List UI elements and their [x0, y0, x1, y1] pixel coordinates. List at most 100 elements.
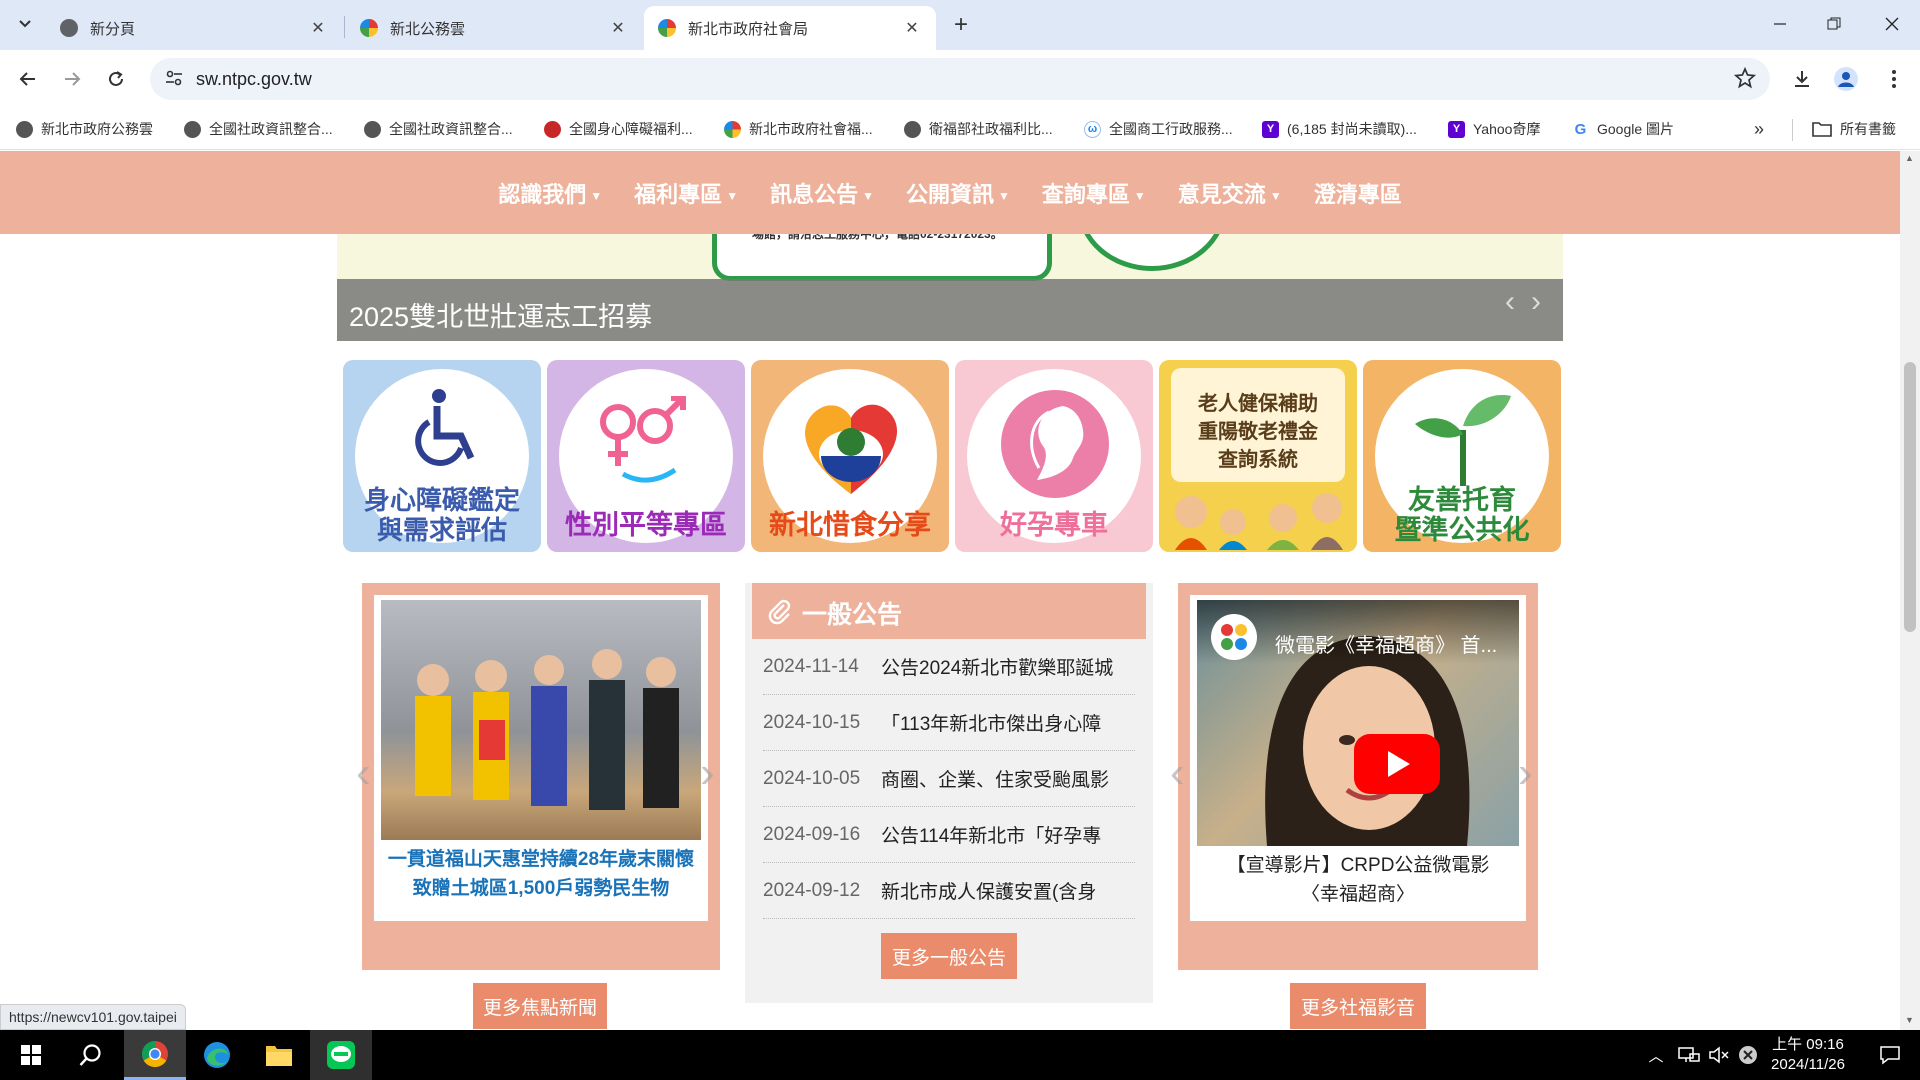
video-caption-line2[interactable]: 〈幸福超商〉 — [1200, 880, 1516, 909]
scroll-up-icon[interactable]: ▲ — [1905, 153, 1914, 163]
reload-button[interactable] — [98, 61, 134, 97]
site-settings-icon[interactable] — [164, 68, 184, 93]
more-focus-news-button[interactable]: 更多焦點新聞 — [473, 983, 607, 1029]
nav-label: 認識我們 — [498, 181, 587, 207]
close-tab-icon[interactable]: ✕ — [308, 18, 328, 38]
bookmark-label: 全國社政資訊整合... — [389, 121, 513, 137]
tile-food-sharing[interactable]: 新北惜食分享 — [751, 360, 949, 552]
volume-muted-icon[interactable] — [1708, 1046, 1730, 1064]
tab-search-button[interactable] — [8, 9, 42, 39]
nav-label: 訊息公告 — [770, 181, 859, 207]
tile-disability-assessment[interactable]: 身心障礙鑑定 與需求評估 — [343, 360, 541, 552]
search-icon — [79, 1044, 101, 1066]
nav-query[interactable]: 查詢專區 ▼ — [1026, 177, 1162, 209]
all-bookmarks-button[interactable]: 所有書籤 — [1812, 118, 1896, 140]
banner-prev-icon[interactable]: ‹ — [1505, 287, 1529, 321]
nav-welfare[interactable]: 福利專區 ▼ — [618, 177, 754, 209]
bookmark-star-icon[interactable] — [1733, 66, 1757, 94]
bookmark-label: 新北市政府社會福... — [749, 121, 873, 137]
bookmarks-bar: 新北市政府公務雲 全國社政資訊整合... 全國社政資訊整合... 全國身心障礙福… — [0, 108, 1920, 150]
close-icon — [1885, 17, 1899, 31]
bookmark-item[interactable]: 新北市政府公務雲 — [16, 118, 153, 140]
taskbar-file-explorer[interactable] — [248, 1030, 310, 1080]
network-icon[interactable] — [1678, 1046, 1700, 1064]
bookmark-item[interactable]: 全國社政資訊整合... — [184, 118, 333, 140]
nav-news[interactable]: 訊息公告 ▼ — [754, 177, 890, 209]
tile-pregnancy-shuttle[interactable]: 好孕專車 — [955, 360, 1153, 552]
edge-icon — [204, 1042, 230, 1068]
news-next-icon[interactable]: › — [700, 751, 715, 795]
downloads-button[interactable] — [1784, 61, 1820, 97]
youtube-play-button[interactable] — [1354, 734, 1440, 794]
taskbar-edge[interactable] — [186, 1030, 248, 1080]
announcement-row[interactable]: 2024-10-15 「113年新北市傑出身心障 — [763, 695, 1135, 751]
system-tray: ︿ — [1644, 1030, 1758, 1080]
tile-label: 與需求評估 — [376, 515, 507, 545]
video-title[interactable]: 微電影《幸福超商》 首... — [1275, 629, 1497, 658]
browser-menu-button[interactable] — [1876, 61, 1912, 97]
video-caption-line1[interactable]: 【宣導影片】CRPD公益微電影 — [1200, 851, 1516, 880]
arrow-left-icon — [19, 72, 35, 86]
profile-button[interactable] — [1828, 61, 1864, 97]
forward-button[interactable] — [54, 61, 90, 97]
announcement-row[interactable]: 2024-09-12 新北市成人保護安置(含身 — [763, 863, 1135, 919]
bookmark-item[interactable]: Y (6,185 封尚未讀取)... — [1262, 118, 1417, 140]
scroll-down-icon[interactable]: ▼ — [1905, 1015, 1914, 1025]
link-status-url: https://newcv101.gov.taipei — [0, 1004, 186, 1030]
restore-button[interactable] — [1806, 0, 1862, 48]
scrollbar-thumb[interactable] — [1904, 362, 1916, 632]
back-button[interactable] — [10, 61, 46, 97]
tile-elderly-subsidy[interactable]: 老人健保補助 重陽敬老禮金 查詢系統 — [1159, 360, 1357, 552]
channel-avatar[interactable] — [1211, 614, 1257, 660]
news-prev-icon[interactable]: ‹ — [356, 751, 371, 795]
video-next-icon[interactable]: › — [1518, 751, 1533, 795]
new-tab-button[interactable]: + — [946, 10, 976, 40]
nav-label: 查詢專區 — [1041, 181, 1130, 207]
bookmark-item[interactable]: 全國社政資訊整合... — [364, 118, 513, 140]
bookmark-item[interactable]: 全國身心障礙福利... — [544, 118, 693, 140]
bookmark-item[interactable]: 新北市政府社會福... — [724, 118, 873, 140]
more-announcements-button[interactable]: 更多一般公告 — [881, 933, 1017, 979]
bookmarks-overflow-button[interactable]: » — [1754, 118, 1764, 140]
notification-center-button[interactable] — [1860, 1030, 1920, 1080]
banner-caption-bar: 2025雙北世壯運志工招募 ‹ › — [337, 279, 1563, 341]
nav-clarification[interactable]: 澄清專區 — [1298, 177, 1418, 209]
nav-about-us[interactable]: 認識我們 ▼ — [482, 177, 618, 209]
tray-overflow-icon[interactable]: ︿ — [1644, 1045, 1668, 1066]
arrow-right-icon — [65, 72, 81, 86]
tab-social-welfare[interactable]: 新北市政府社會局 ✕ — [644, 6, 936, 50]
nav-public-info[interactable]: 公開資訊 ▼ — [890, 177, 1026, 209]
bookmark-item[interactable]: ω 全國商工行政服務... — [1084, 118, 1233, 140]
video-prev-icon[interactable]: ‹ — [1170, 751, 1185, 795]
tile-gender-equality[interactable]: 性別平等專區 — [547, 360, 745, 552]
close-tab-icon[interactable]: ✕ — [608, 18, 628, 38]
bookmark-item[interactable]: Y Yahoo奇摩 — [1448, 118, 1540, 140]
nav-feedback[interactable]: 意見交流 ▼ — [1162, 177, 1298, 209]
woman-profile-icon — [1001, 390, 1109, 498]
tab-ntpc-cloud[interactable]: 新北公務雲 ✕ — [346, 6, 642, 50]
announcement-row[interactable]: 2024-09-16 公告114年新北市「好孕專 — [763, 807, 1135, 863]
alert-status-icon[interactable] — [1738, 1045, 1758, 1065]
taskbar-clock[interactable]: 上午 09:16 2024/11/26 — [1762, 1035, 1854, 1075]
announcement-row[interactable]: 2024-11-14 公告2024新北市歡樂耶誕城 — [763, 639, 1135, 695]
bookmark-item[interactable]: G Google 圖片 — [1572, 118, 1674, 140]
tab-new-tab[interactable]: 新分頁 ✕ — [46, 6, 342, 50]
bookmark-item[interactable]: 衛福部社政福利比... — [904, 118, 1053, 140]
start-button[interactable] — [0, 1030, 62, 1080]
minimize-button[interactable] — [1752, 0, 1808, 48]
taskbar-search-button[interactable] — [60, 1030, 122, 1080]
page-scrollbar[interactable]: ▲ ▼ — [1900, 151, 1920, 1030]
address-bar[interactable]: sw.ntpc.gov.tw — [150, 58, 1770, 100]
banner-next-icon[interactable]: › — [1531, 287, 1555, 321]
clock-date: 2024/11/26 — [1771, 1056, 1845, 1073]
more-videos-button[interactable]: 更多社福影音 — [1290, 983, 1426, 1029]
announcement-row[interactable]: 2024-10-05 商圈、企業、住家受颱風影 — [763, 751, 1135, 807]
taskbar-chrome[interactable] — [124, 1030, 186, 1080]
news-caption-link[interactable]: 一貫道福山天惠堂持續28年歲末關懷 致贈土城區1,500戶弱勢民生物 — [384, 845, 698, 903]
tile-childcare[interactable]: 友善托育 暨準公共化 — [1363, 360, 1561, 552]
focus-news-item[interactable]: 一貫道福山天惠堂持續28年歲末關懷 致贈土城區1,500戶弱勢民生物 — [374, 595, 708, 921]
taskbar-line[interactable] — [310, 1030, 372, 1080]
bookmark-label: 新北市政府公務雲 — [41, 121, 153, 137]
close-window-button[interactable] — [1864, 0, 1920, 48]
close-tab-icon[interactable]: ✕ — [902, 18, 922, 38]
